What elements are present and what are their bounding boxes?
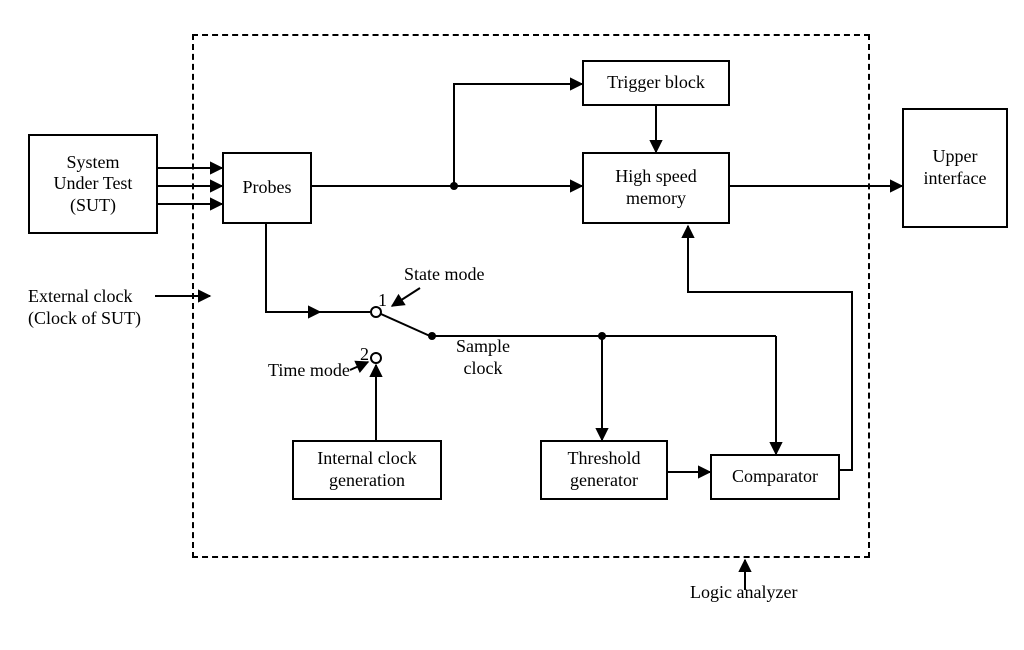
upper-interface-box: Upperinterface bbox=[902, 108, 1008, 228]
internal-clock-label: Internal clockgeneration bbox=[317, 448, 416, 491]
trigger-box: Trigger block bbox=[582, 60, 730, 106]
threshold-box: Thresholdgenerator bbox=[540, 440, 668, 500]
trigger-label: Trigger block bbox=[607, 72, 705, 94]
state-mode-label: State mode bbox=[404, 264, 484, 286]
diagram-canvas: SystemUnder Test(SUT) Probes Trigger blo… bbox=[0, 0, 1024, 650]
probes-box: Probes bbox=[222, 152, 312, 224]
sut-label: SystemUnder Test(SUT) bbox=[54, 152, 133, 217]
sut-box: SystemUnder Test(SUT) bbox=[28, 134, 158, 234]
logic-analyzer-label: Logic analyzer bbox=[690, 582, 797, 604]
upper-interface-label: Upperinterface bbox=[924, 146, 987, 189]
memory-label: High speedmemory bbox=[615, 166, 696, 209]
time-mode-label: Time mode bbox=[268, 360, 350, 382]
threshold-label: Thresholdgenerator bbox=[568, 448, 641, 491]
comparator-label: Comparator bbox=[732, 466, 818, 488]
memory-box: High speedmemory bbox=[582, 152, 730, 224]
switch-pos-1: 1 bbox=[378, 290, 387, 312]
external-clock-label: External clock(Clock of SUT) bbox=[28, 286, 141, 329]
switch-pos-2: 2 bbox=[360, 344, 369, 366]
internal-clock-box: Internal clockgeneration bbox=[292, 440, 442, 500]
probes-label: Probes bbox=[243, 177, 292, 199]
comparator-box: Comparator bbox=[710, 454, 840, 500]
sample-clock-label: Sampleclock bbox=[456, 336, 510, 379]
